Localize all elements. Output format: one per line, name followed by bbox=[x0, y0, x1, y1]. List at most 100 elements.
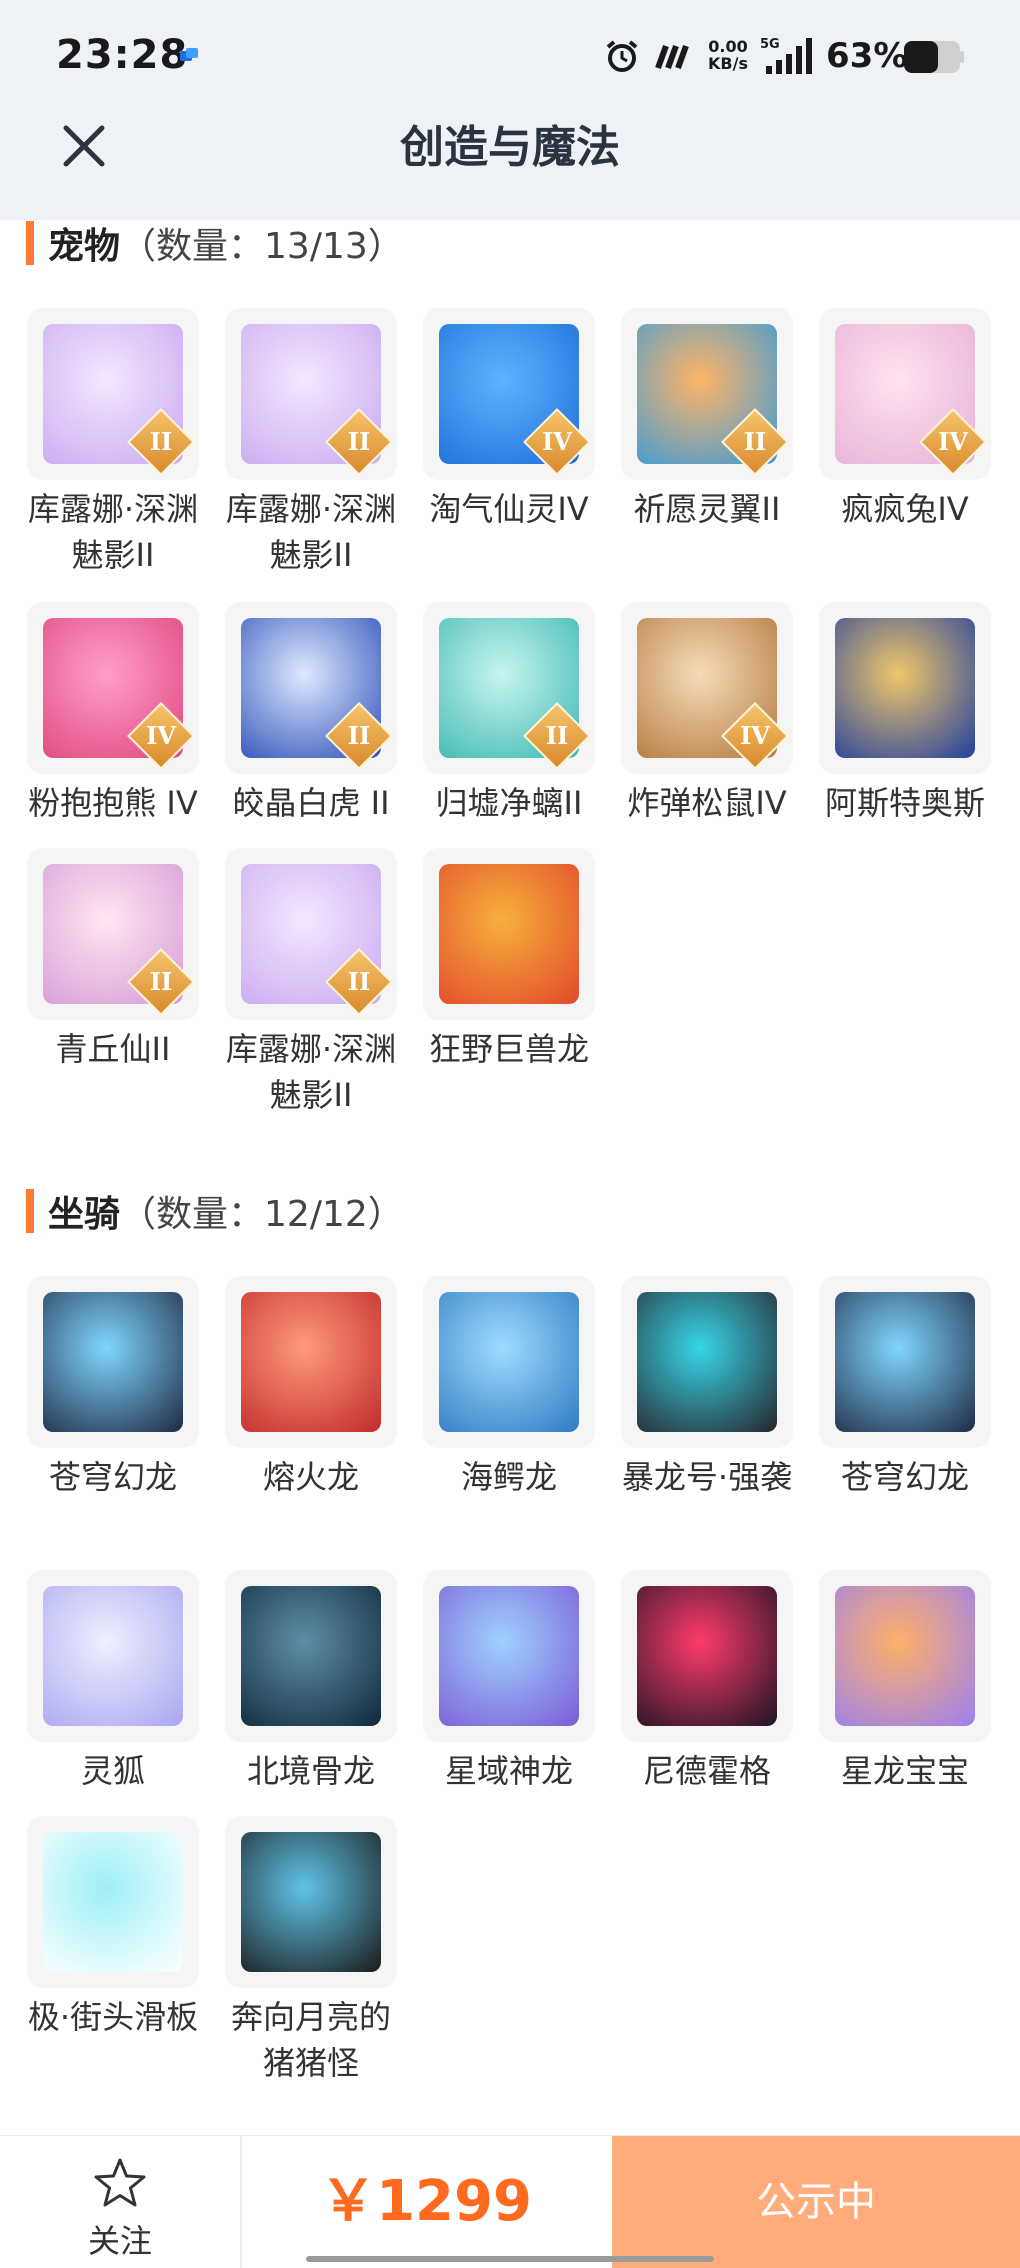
grid-item[interactable]: II 库露娜·深渊魅影II bbox=[26, 308, 200, 578]
item-label: 暴龙号·强袭 bbox=[621, 1458, 793, 1496]
item-artwork bbox=[835, 1292, 975, 1432]
page-title: 创造与魔法 bbox=[400, 122, 620, 173]
item-thumbnail: IV bbox=[819, 308, 991, 480]
section-count: （数量：13/13） bbox=[120, 226, 404, 267]
section-accent-bar bbox=[26, 1189, 34, 1233]
item-artwork bbox=[241, 1586, 381, 1726]
item-label: 灵狐 bbox=[80, 1752, 145, 1790]
item-thumbnail bbox=[27, 1570, 199, 1742]
item-thumbnail bbox=[423, 1276, 595, 1448]
item-artwork bbox=[439, 1586, 579, 1726]
home-indicator[interactable] bbox=[306, 2256, 714, 2262]
grid-item[interactable]: II 库露娜·深渊魅影II bbox=[224, 308, 398, 578]
status-time: 23:28 bbox=[56, 32, 189, 78]
grid-item[interactable]: II 祈愿灵翼II bbox=[620, 308, 794, 532]
item-thumbnail bbox=[27, 1816, 199, 1988]
battery-percentage: 63% bbox=[826, 36, 908, 76]
mounts-section-header: 坐骑 （数量：12/12） bbox=[26, 1186, 404, 1236]
section-title: 坐骑 bbox=[48, 1194, 121, 1235]
item-thumbnail: II bbox=[225, 602, 397, 774]
grid-item[interactable]: IV 炸弹松鼠IV bbox=[620, 602, 794, 826]
item-label: 归墟净螭II bbox=[435, 784, 583, 822]
tier-badge-text: IV bbox=[740, 721, 770, 750]
item-thumbnail bbox=[225, 1816, 397, 1988]
item-label: 星龙宝宝 bbox=[840, 1752, 969, 1790]
item-artwork bbox=[637, 1586, 777, 1726]
grid-item[interactable]: II 库露娜·深渊魅影II bbox=[224, 848, 398, 1118]
item-label: 淘气仙灵IV bbox=[429, 490, 589, 528]
tier-badge-text: II bbox=[149, 427, 173, 456]
follow-label: 关注 bbox=[87, 2222, 152, 2260]
top-area: 23:28 0.00 KB/s 5G 63% 创造与魔法 bbox=[0, 0, 1020, 220]
grid-item[interactable]: 北境骨龙 bbox=[224, 1570, 398, 1794]
grid-item[interactable]: 奔向月亮的猪猪怪 bbox=[224, 1816, 398, 2086]
grid-item[interactable]: IV 淘气仙灵IV bbox=[422, 308, 596, 532]
grid-item[interactable]: 星龙宝宝 bbox=[818, 1570, 992, 1794]
grid-item[interactable]: II 归墟净螭II bbox=[422, 602, 596, 826]
section-title: 宠物 bbox=[48, 226, 121, 267]
item-thumbnail: II bbox=[27, 308, 199, 480]
item-thumbnail bbox=[225, 1570, 397, 1742]
grid-item[interactable]: 灵狐 bbox=[26, 1570, 200, 1794]
grid-item[interactable]: 苍穹幻龙 bbox=[26, 1276, 200, 1500]
item-artwork bbox=[43, 1586, 183, 1726]
grid-item[interactable]: IV 疯疯兔IV bbox=[818, 308, 992, 532]
item-label: 阿斯特奥斯 bbox=[824, 784, 985, 822]
item-label: 星域神龙 bbox=[444, 1752, 573, 1790]
item-artwork bbox=[241, 1292, 381, 1432]
item-artwork bbox=[439, 864, 579, 1004]
status-publicity-button[interactable]: 公示中 bbox=[612, 2136, 1020, 2268]
network-type: 5G bbox=[760, 37, 780, 52]
bottom-action-bar: 关注 ￥1299 公示中 bbox=[0, 2135, 1020, 2268]
item-thumbnail bbox=[423, 1570, 595, 1742]
grid-item[interactable]: 海鳄龙 bbox=[422, 1276, 596, 1500]
section-count: （数量：12/12） bbox=[120, 1194, 404, 1235]
grid-item[interactable]: 熔火龙 bbox=[224, 1276, 398, 1500]
battery-icon bbox=[904, 41, 964, 73]
grid-item[interactable]: II 皎晶白虎 II bbox=[224, 602, 398, 826]
network-speed: 0.00 KB/s bbox=[708, 37, 748, 73]
tier-badge-text: II bbox=[347, 427, 371, 456]
item-artwork bbox=[835, 618, 975, 758]
item-thumbnail bbox=[423, 848, 595, 1020]
item-label: 狂野巨兽龙 bbox=[428, 1030, 589, 1068]
tier-badge-text: II bbox=[347, 967, 371, 996]
tier-badge-text: II bbox=[743, 427, 767, 456]
grid-item[interactable]: II 青丘仙II bbox=[26, 848, 200, 1072]
item-thumbnail bbox=[819, 1570, 991, 1742]
grid-item[interactable]: 苍穹幻龙 bbox=[818, 1276, 992, 1500]
item-label: 库露娜·深渊魅影II bbox=[225, 490, 397, 574]
item-label: 北境骨龙 bbox=[246, 1752, 375, 1790]
item-label: 苍穹幻龙 bbox=[840, 1458, 969, 1496]
item-thumbnail: IV bbox=[27, 602, 199, 774]
alarm-icon bbox=[606, 40, 638, 72]
item-thumbnail: II bbox=[27, 848, 199, 1020]
tier-badge-text: II bbox=[545, 721, 569, 750]
grid-item[interactable]: 尼德霍格 bbox=[620, 1570, 794, 1794]
section-accent-bar bbox=[26, 221, 34, 265]
item-label: 炸弹松鼠IV bbox=[627, 784, 787, 822]
item-label: 库露娜·深渊魅影II bbox=[27, 490, 199, 574]
grid-item[interactable]: 星域神龙 bbox=[422, 1570, 596, 1794]
item-thumbnail: IV bbox=[423, 308, 595, 480]
star-icon bbox=[94, 2158, 146, 2207]
grid-item[interactable]: 极·街头滑板 bbox=[26, 1816, 200, 2040]
pets-section-header: 宠物 （数量：13/13） bbox=[26, 218, 404, 268]
grid-item[interactable]: IV 粉抱抱熊 IV bbox=[26, 602, 200, 826]
item-thumbnail: II bbox=[225, 848, 397, 1020]
item-thumbnail bbox=[621, 1570, 793, 1742]
item-thumbnail bbox=[819, 602, 991, 774]
item-thumbnail: II bbox=[225, 308, 397, 480]
item-label: 极·街头滑板 bbox=[27, 1998, 199, 2036]
item-label: 祈愿灵翼II bbox=[633, 490, 781, 528]
vowifi-icon bbox=[655, 44, 689, 70]
item-label: 库露娜·深渊魅影II bbox=[225, 1030, 397, 1114]
grid-item[interactable]: 狂野巨兽龙 bbox=[422, 848, 596, 1072]
tier-badge-text: II bbox=[347, 721, 371, 750]
item-thumbnail: IV bbox=[621, 602, 793, 774]
follow-button[interactable]: 关注 bbox=[0, 2136, 242, 2268]
grid-item[interactable]: 暴龙号·强袭 bbox=[620, 1276, 794, 1500]
tier-badge-text: IV bbox=[146, 721, 176, 750]
grid-item[interactable]: 阿斯特奥斯 bbox=[818, 602, 992, 826]
item-thumbnail bbox=[621, 1276, 793, 1448]
